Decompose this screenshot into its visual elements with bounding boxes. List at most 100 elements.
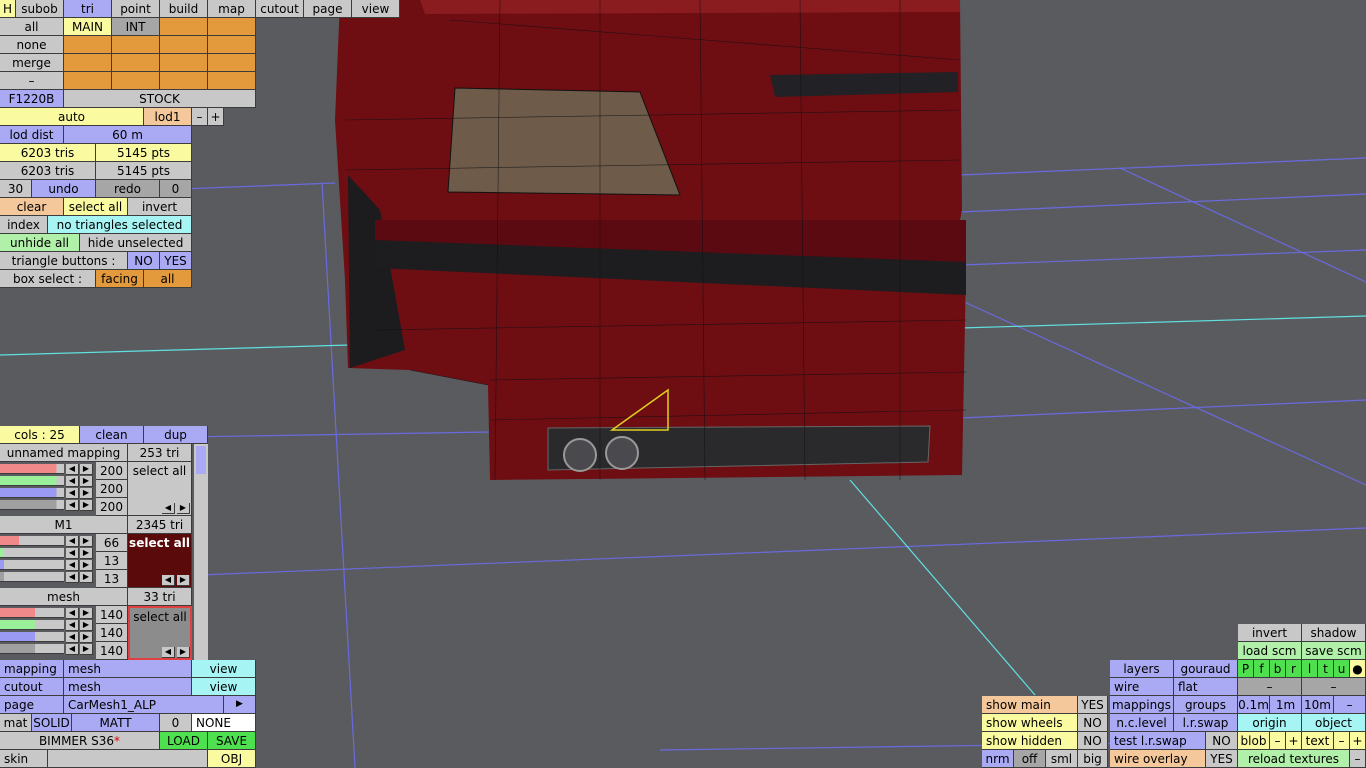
blue-slider[interactable] <box>0 488 64 498</box>
asset-code[interactable]: F1220B <box>0 90 64 108</box>
invert-button[interactable]: invert <box>1238 624 1302 642</box>
swatch-next-arrow[interactable]: ▶ <box>177 575 190 586</box>
dash-button[interactable]: – <box>1302 678 1366 696</box>
group-slot[interactable] <box>208 36 256 54</box>
alpha-slider[interactable] <box>0 572 64 582</box>
group-slot[interactable] <box>208 54 256 72</box>
group-slot[interactable] <box>160 54 208 72</box>
value-g[interactable]: 200 <box>96 480 128 498</box>
unhide-all-button[interactable]: unhide all <box>0 234 80 252</box>
group-slot[interactable] <box>208 18 256 36</box>
mat-none-field[interactable]: NONE <box>192 714 256 732</box>
reload-textures-button[interactable]: reload textures <box>1238 750 1350 768</box>
test-lr-swap-button[interactable]: test l.r.swap <box>1110 732 1206 750</box>
lod-auto-button[interactable]: auto <box>0 108 144 126</box>
box-select-all[interactable]: all <box>144 270 192 288</box>
green-slider[interactable] <box>0 476 64 486</box>
scale-1m-button[interactable]: 1m <box>1270 696 1302 714</box>
text-plus-button[interactable]: + <box>1350 732 1366 750</box>
wire-overlay-toggle[interactable]: YES <box>1206 750 1238 768</box>
lod-minus-button[interactable]: – <box>192 108 208 126</box>
dash-button[interactable]: – <box>1238 678 1302 696</box>
group-slot[interactable] <box>64 72 112 90</box>
decrement-arrow[interactable]: ◀ <box>66 464 79 475</box>
blue-slider[interactable] <box>0 560 64 570</box>
value-g[interactable]: 13 <box>96 552 128 570</box>
tab-build[interactable]: build <box>160 0 208 18</box>
text-minus-button[interactable]: – <box>1334 732 1350 750</box>
increment-arrow[interactable]: ▶ <box>80 488 93 499</box>
decrement-arrow[interactable]: ◀ <box>66 488 79 499</box>
cutout-view-button[interactable]: view <box>192 678 256 696</box>
group-slot[interactable] <box>112 54 160 72</box>
show-wheels-toggle[interactable]: NO <box>1078 714 1108 732</box>
flag-u-button[interactable]: u <box>1334 660 1350 678</box>
cutout-value[interactable]: mesh <box>64 678 192 696</box>
increment-arrow[interactable]: ▶ <box>80 620 93 631</box>
big-button[interactable]: big <box>1078 750 1108 768</box>
load-button[interactable]: LOAD <box>160 732 208 750</box>
scrollbar-thumb[interactable] <box>196 446 206 474</box>
clean-button[interactable]: clean <box>80 426 144 444</box>
group-slot[interactable] <box>160 18 208 36</box>
show-main-toggle[interactable]: YES <box>1078 696 1108 714</box>
increment-arrow[interactable]: ▶ <box>80 464 93 475</box>
obj-button[interactable]: OBJ <box>208 750 256 768</box>
decrement-arrow[interactable]: ◀ <box>66 476 79 487</box>
decrement-arrow[interactable]: ◀ <box>66 536 79 547</box>
flag-b-button[interactable]: b <box>1270 660 1286 678</box>
lr-swap-button[interactable]: l.r.swap <box>1174 714 1238 732</box>
group-slot[interactable] <box>160 72 208 90</box>
flag-r-button[interactable]: r <box>1286 660 1302 678</box>
lod-dist-value[interactable]: 60 m <box>64 126 192 144</box>
group-slot[interactable] <box>64 36 112 54</box>
scale-0-1m-button[interactable]: 0.1m <box>1238 696 1270 714</box>
variant-label[interactable]: STOCK <box>64 90 256 108</box>
swatch-prev-arrow[interactable]: ◀ <box>162 575 175 586</box>
save-scm-button[interactable]: save scm <box>1302 642 1366 660</box>
red-slider[interactable] <box>0 464 64 474</box>
matt-button[interactable]: MATT <box>72 714 160 732</box>
nrm-button[interactable]: nrm <box>982 750 1014 768</box>
increment-arrow[interactable]: ▶ <box>80 608 93 619</box>
tab-subob[interactable]: subob <box>16 0 64 18</box>
material-name[interactable]: mesh <box>0 588 128 606</box>
text-button[interactable]: text <box>1302 732 1334 750</box>
select-all-button[interactable]: select all <box>64 198 128 216</box>
increment-arrow[interactable]: ▶ <box>80 572 93 583</box>
flag-f-button[interactable]: f <box>1254 660 1270 678</box>
dup-button[interactable]: dup <box>144 426 208 444</box>
mat-number[interactable]: 0 <box>160 714 192 732</box>
tab-main[interactable]: MAIN <box>64 18 112 36</box>
group-slot[interactable] <box>112 72 160 90</box>
merge-button[interactable]: merge <box>0 54 64 72</box>
tab-map[interactable]: map <box>208 0 256 18</box>
wire-button[interactable]: wire <box>1110 678 1174 696</box>
alpha-slider[interactable] <box>0 500 64 510</box>
groups-button[interactable]: groups <box>1174 696 1238 714</box>
value-r[interactable]: 66 <box>96 534 128 552</box>
blob-button[interactable]: blob <box>1238 732 1270 750</box>
decrement-arrow[interactable]: ◀ <box>66 632 79 643</box>
page-value[interactable]: CarMesh1_ALP <box>64 696 224 714</box>
group-slot[interactable] <box>160 36 208 54</box>
mapping-view-button[interactable]: view <box>192 660 256 678</box>
lod-level-button[interactable]: lod1 <box>144 108 192 126</box>
clear-selection-button[interactable]: clear <box>0 198 64 216</box>
value-b[interactable]: 140 <box>96 642 128 660</box>
show-hidden-toggle[interactable]: NO <box>1078 732 1108 750</box>
shadow-button[interactable]: shadow <box>1302 624 1366 642</box>
decrement-arrow[interactable]: ◀ <box>66 620 79 631</box>
increment-arrow[interactable]: ▶ <box>80 476 93 487</box>
flag-t-button[interactable]: t <box>1318 660 1334 678</box>
material-scrollbar[interactable] <box>194 444 208 660</box>
tab-h[interactable]: H <box>0 0 16 18</box>
tab-tri[interactable]: tri <box>64 0 112 18</box>
value-r[interactable]: 200 <box>96 462 128 480</box>
material-name[interactable]: unnamed mapping <box>0 444 128 462</box>
group-slot[interactable] <box>208 72 256 90</box>
blob-minus-button[interactable]: – <box>1270 732 1286 750</box>
scale-dash-button[interactable]: – <box>1334 696 1366 714</box>
red-slider[interactable] <box>0 608 64 618</box>
swatch-prev-arrow[interactable]: ◀ <box>162 647 175 658</box>
